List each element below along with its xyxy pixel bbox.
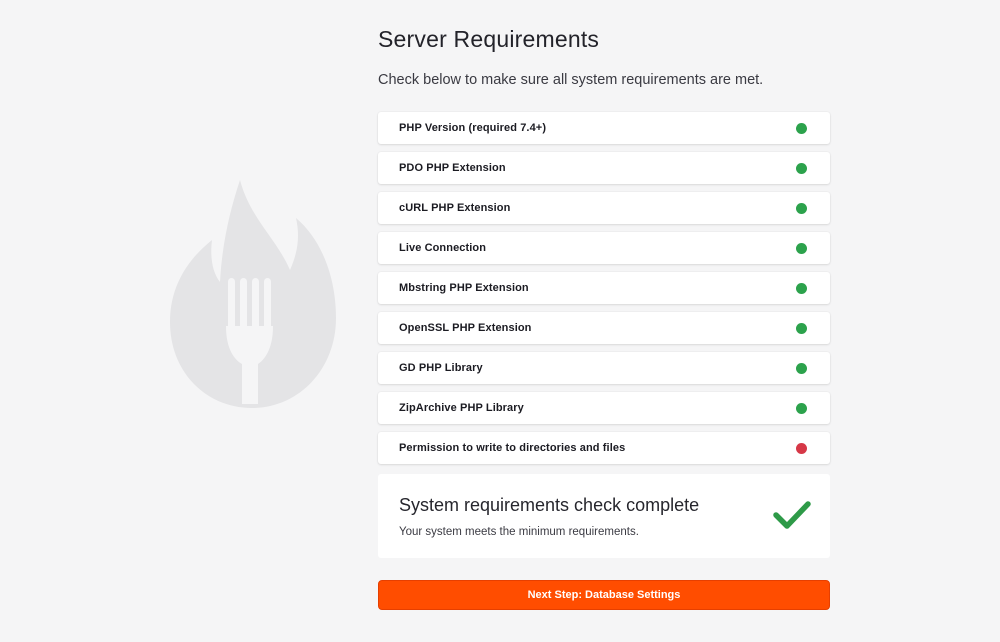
requirement-php-version: PHP Version (required 7.4+) <box>378 112 830 144</box>
requirement-label: Live Connection <box>399 242 487 254</box>
status-dot-icon <box>796 202 807 214</box>
next-step-button[interactable]: Next Step: Database Settings <box>378 580 830 610</box>
summary-text: Your system meets the minimum requiremen… <box>399 526 639 538</box>
requirement-label: cURL PHP Extension <box>399 202 511 214</box>
requirement-curl-extension: cURL PHP Extension <box>378 192 830 224</box>
requirement-label: OpenSSL PHP Extension <box>399 322 532 334</box>
requirement-mbstring-extension: Mbstring PHP Extension <box>378 272 830 304</box>
requirement-ziparchive-library: ZipArchive PHP Library <box>378 392 830 424</box>
status-dot-icon <box>796 362 807 374</box>
requirement-label: PDO PHP Extension <box>399 162 506 174</box>
checkmark-icon <box>773 501 811 529</box>
requirement-pdo-extension: PDO PHP Extension <box>378 152 830 184</box>
requirement-label: Mbstring PHP Extension <box>399 282 529 294</box>
status-dot-icon <box>796 162 807 174</box>
requirement-label: PHP Version (required 7.4+) <box>399 122 547 134</box>
page-subtitle: Check below to make sure all system requ… <box>378 72 764 88</box>
requirement-label: GD PHP Library <box>399 362 483 374</box>
requirement-live-connection: Live Connection <box>378 232 830 264</box>
requirement-gd-library: GD PHP Library <box>378 352 830 384</box>
requirement-write-permissions: Permission to write to directories and f… <box>378 432 830 464</box>
status-dot-icon <box>796 442 807 454</box>
requirements-summary-card: System requirements check complete Your … <box>378 474 830 558</box>
requirement-label: ZipArchive PHP Library <box>399 402 524 414</box>
summary-title: System requirements check complete <box>399 495 700 515</box>
status-dot-icon <box>796 282 807 294</box>
requirements-list: PHP Version (required 7.4+) PDO PHP Exte… <box>378 112 830 472</box>
status-dot-icon <box>796 122 807 134</box>
status-dot-icon <box>796 242 807 254</box>
flame-fork-logo-icon <box>170 180 336 408</box>
requirement-label: Permission to write to directories and f… <box>399 442 626 454</box>
status-dot-icon <box>796 322 807 334</box>
page-title: Server Requirements <box>378 26 600 52</box>
requirement-openssl-extension: OpenSSL PHP Extension <box>378 312 830 344</box>
status-dot-icon <box>796 402 807 414</box>
